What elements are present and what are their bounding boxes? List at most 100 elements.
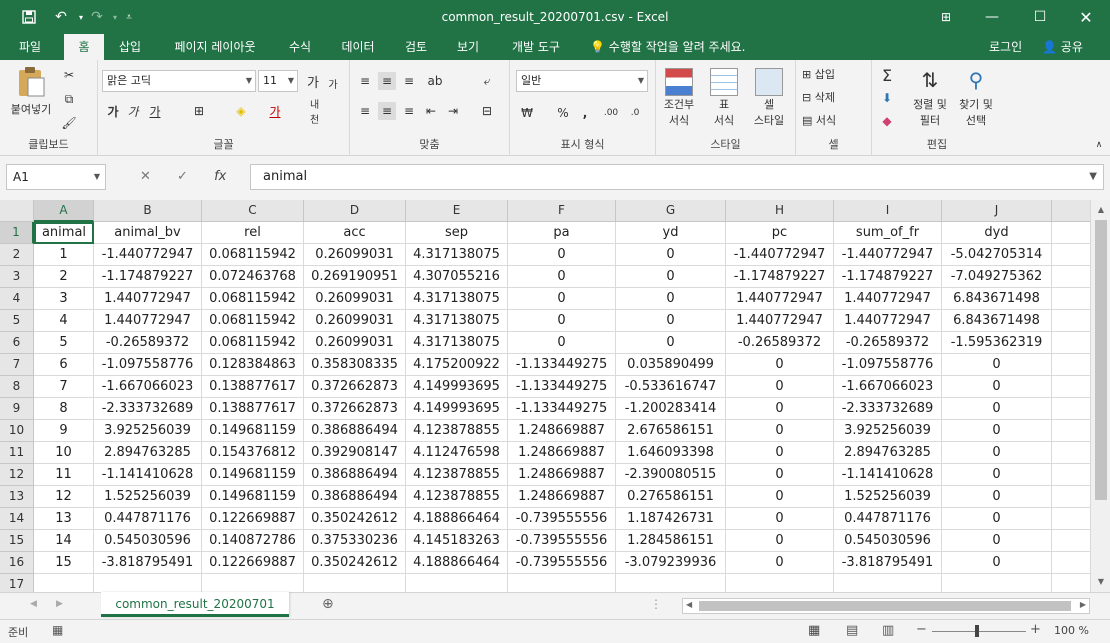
row-header[interactable]: 10 bbox=[0, 420, 34, 442]
select-all-corner[interactable] bbox=[0, 200, 34, 222]
cell[interactable]: 0 bbox=[942, 530, 1052, 552]
cell[interactable]: -3.818795491 bbox=[834, 552, 942, 574]
cell[interactable]: dyd bbox=[942, 222, 1052, 244]
cell[interactable] bbox=[1052, 222, 1092, 244]
cell[interactable]: 0.154376812 bbox=[202, 442, 304, 464]
cell[interactable]: 0 bbox=[508, 288, 616, 310]
cell[interactable]: 1.525256039 bbox=[94, 486, 202, 508]
cell[interactable]: 0.068115942 bbox=[202, 332, 304, 354]
cell[interactable]: 0 bbox=[726, 376, 834, 398]
cell[interactable] bbox=[1052, 574, 1092, 592]
zoom-level[interactable]: 100 % bbox=[1054, 624, 1089, 637]
cell[interactable]: -0.26589372 bbox=[726, 332, 834, 354]
minimize-button[interactable]: — bbox=[972, 6, 1012, 28]
format-as-table-button[interactable]: 표 서식 bbox=[702, 68, 746, 128]
autosum-icon[interactable]: Σ bbox=[878, 66, 896, 85]
bold-button[interactable]: 가 bbox=[104, 102, 122, 120]
cell[interactable]: 0.128384863 bbox=[202, 354, 304, 376]
cell[interactable]: -0.26589372 bbox=[94, 332, 202, 354]
confirm-entry-icon[interactable]: ✓ bbox=[177, 169, 188, 184]
horizontal-scroll-thumb[interactable] bbox=[699, 601, 1071, 611]
cell[interactable]: 0.140872786 bbox=[202, 530, 304, 552]
decrease-font-size-button[interactable]: 가 bbox=[324, 74, 342, 92]
cell[interactable]: 0.375330236 bbox=[304, 530, 406, 552]
cell[interactable]: 0 bbox=[508, 266, 616, 288]
increase-font-size-button[interactable]: 가 bbox=[304, 72, 322, 91]
cell[interactable]: 0.386886494 bbox=[304, 486, 406, 508]
insert-cells-button[interactable]: ⊞ 삽입 bbox=[802, 66, 835, 82]
new-sheet-icon[interactable]: ⊕ bbox=[322, 596, 334, 612]
decrease-decimal-icon[interactable]: .0 bbox=[626, 104, 644, 122]
cell[interactable]: 4.123878855 bbox=[406, 486, 508, 508]
cell[interactable]: 1.248669887 bbox=[508, 486, 616, 508]
cell[interactable]: -1.174879227 bbox=[834, 266, 942, 288]
cell[interactable]: pc bbox=[726, 222, 834, 244]
cell[interactable]: 5 bbox=[34, 332, 94, 354]
column-header[interactable]: B bbox=[94, 200, 202, 222]
cell[interactable]: 7 bbox=[34, 376, 94, 398]
column-header[interactable]: A bbox=[34, 200, 94, 222]
scroll-right-icon[interactable]: ▶ bbox=[1080, 600, 1086, 609]
cell[interactable]: 3.925256039 bbox=[834, 420, 942, 442]
cell[interactable] bbox=[34, 574, 94, 592]
cell[interactable]: 0.447871176 bbox=[94, 508, 202, 530]
cell[interactable]: 0 bbox=[726, 486, 834, 508]
cell[interactable]: 0 bbox=[508, 244, 616, 266]
cell[interactable]: -2.390080515 bbox=[616, 464, 726, 486]
cell[interactable]: -1.141410628 bbox=[94, 464, 202, 486]
cell[interactable]: 0 bbox=[616, 288, 726, 310]
cell[interactable]: 1.440772947 bbox=[726, 288, 834, 310]
cell[interactable]: 15 bbox=[34, 552, 94, 574]
cut-icon[interactable]: ✂ bbox=[60, 66, 78, 84]
cell[interactable]: 0.26099031 bbox=[304, 310, 406, 332]
cell[interactable]: 0 bbox=[942, 354, 1052, 376]
cell[interactable] bbox=[616, 574, 726, 592]
cell[interactable]: 0 bbox=[726, 464, 834, 486]
tab-page-layout[interactable]: 페이지 레이아웃 bbox=[162, 34, 268, 60]
cell[interactable]: 0 bbox=[508, 332, 616, 354]
zoom-in-icon[interactable]: + bbox=[1030, 622, 1041, 637]
cell[interactable]: 1.187426731 bbox=[616, 508, 726, 530]
row-header[interactable]: 8 bbox=[0, 376, 34, 398]
vertical-scroll-thumb[interactable] bbox=[1095, 220, 1107, 500]
cell[interactable]: 0 bbox=[942, 442, 1052, 464]
cell[interactable]: 10 bbox=[34, 442, 94, 464]
cell[interactable]: 0.138877617 bbox=[202, 376, 304, 398]
cell[interactable] bbox=[94, 574, 202, 592]
cell[interactable]: 1.440772947 bbox=[94, 288, 202, 310]
cell[interactable]: 0 bbox=[616, 266, 726, 288]
cell[interactable]: 0.149681159 bbox=[202, 420, 304, 442]
cell[interactable]: -1.440772947 bbox=[834, 244, 942, 266]
cell[interactable]: 0 bbox=[616, 332, 726, 354]
tab-insert[interactable]: 삽입 bbox=[110, 34, 150, 60]
cell[interactable]: 0 bbox=[726, 552, 834, 574]
column-header[interactable]: I bbox=[834, 200, 942, 222]
copy-icon[interactable]: ⧉ bbox=[60, 90, 78, 108]
format-painter-icon[interactable]: 🖌 bbox=[60, 114, 78, 132]
column-header[interactable]: J bbox=[942, 200, 1052, 222]
cell[interactable] bbox=[1052, 442, 1092, 464]
cell[interactable]: 4.149993695 bbox=[406, 376, 508, 398]
cell[interactable]: 0 bbox=[726, 354, 834, 376]
page-break-view-icon[interactable]: ▥ bbox=[882, 623, 894, 638]
cell[interactable]: 1.525256039 bbox=[834, 486, 942, 508]
name-box[interactable]: A1 ▼ bbox=[6, 164, 106, 190]
cell[interactable]: 0 bbox=[942, 398, 1052, 420]
cell[interactable]: -3.818795491 bbox=[94, 552, 202, 574]
cell[interactable] bbox=[1052, 398, 1092, 420]
macro-recording-icon[interactable]: ▦ bbox=[52, 623, 63, 637]
cell[interactable]: 4.317138075 bbox=[406, 244, 508, 266]
align-middle-icon[interactable]: ≡ bbox=[378, 72, 396, 90]
row-header[interactable]: 3 bbox=[0, 266, 34, 288]
fill-down-icon[interactable]: ⬇ bbox=[878, 89, 896, 107]
cell[interactable]: 6 bbox=[34, 354, 94, 376]
font-size-select[interactable]: 11 ▼ bbox=[258, 70, 298, 92]
cell[interactable]: 3 bbox=[34, 288, 94, 310]
formula-input[interactable]: animal ▼ bbox=[250, 164, 1104, 190]
cell[interactable]: 1.646093398 bbox=[616, 442, 726, 464]
cell[interactable]: -1.440772947 bbox=[94, 244, 202, 266]
cell[interactable]: 2.894763285 bbox=[834, 442, 942, 464]
conditional-formatting-button[interactable]: 조건부 서식 bbox=[656, 68, 702, 128]
cell[interactable]: 0.149681159 bbox=[202, 486, 304, 508]
underline-button[interactable]: 가 bbox=[146, 102, 164, 120]
